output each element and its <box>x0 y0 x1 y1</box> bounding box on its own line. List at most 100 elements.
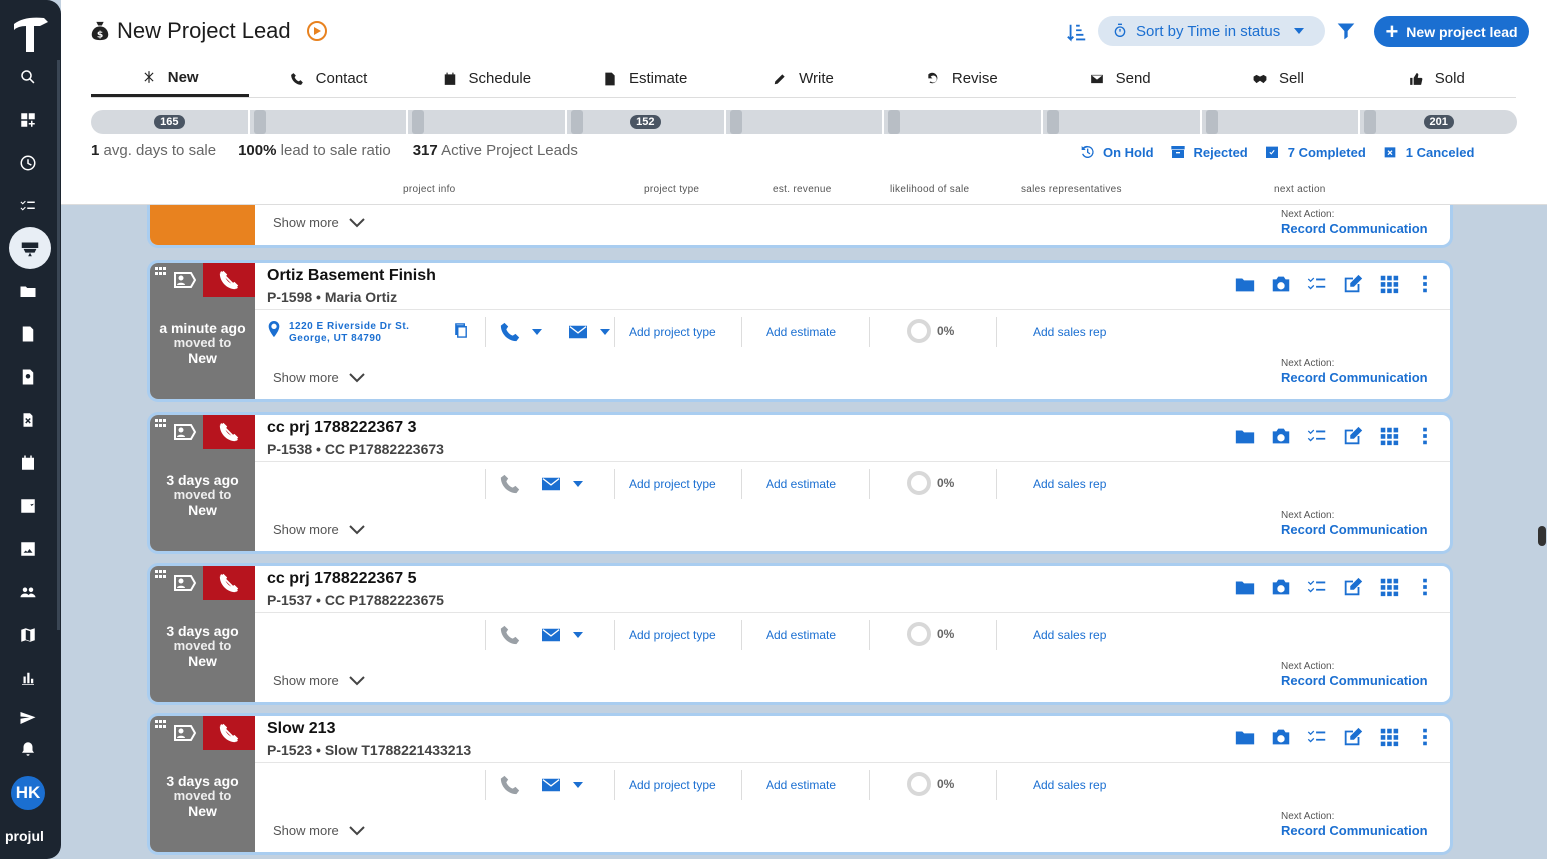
drag-handle-icon[interactable] <box>155 720 167 730</box>
likelihood[interactable]: 0% <box>907 471 954 495</box>
page-scrollbar[interactable] <box>1538 526 1546 546</box>
add-project-type-link[interactable]: Add project type <box>629 325 716 339</box>
email-icon[interactable] <box>542 628 560 642</box>
grid-icon[interactable] <box>1378 425 1400 447</box>
no-contact-badge[interactable] <box>203 263 255 297</box>
lead-name[interactable]: cc prj 1788222367 5 <box>267 570 416 588</box>
add-estimate-link[interactable]: Add estimate <box>766 628 836 642</box>
tab-new[interactable]: New <box>91 60 250 97</box>
map-icon[interactable] <box>14 621 42 649</box>
next-action-link[interactable]: Record Communication <box>1281 823 1428 840</box>
copy-icon[interactable] <box>454 323 469 338</box>
show-more-button[interactable]: Show more <box>273 673 365 688</box>
add-sales-rep-link[interactable]: Add sales rep <box>1033 778 1106 792</box>
contact-card-icon[interactable] <box>174 574 196 592</box>
play-video-icon[interactable] <box>306 21 327 41</box>
no-contact-badge[interactable] <box>203 716 255 750</box>
grid-icon[interactable] <box>1378 576 1400 598</box>
likelihood[interactable]: 0% <box>907 622 954 646</box>
add-sales-rep-link[interactable]: Add sales rep <box>1033 325 1106 339</box>
reports-icon[interactable] <box>14 664 42 692</box>
add-project-type-link[interactable]: Add project type <box>629 778 716 792</box>
rejected-link[interactable]: Rejected <box>1170 144 1248 160</box>
show-more-button[interactable]: Show more <box>273 370 365 385</box>
show-more-button[interactable]: Show more <box>273 823 365 838</box>
add-sales-rep-link[interactable]: Add sales rep <box>1033 477 1106 491</box>
hammer-logo-icon[interactable] <box>10 14 52 56</box>
search-icon[interactable] <box>14 63 42 91</box>
likelihood[interactable]: 0% <box>907 772 954 796</box>
lead-card[interactable]: 3 days ago moved to New cc prj 1788222367 3… <box>150 415 1450 551</box>
contact-card-icon[interactable] <box>174 724 196 742</box>
no-contact-badge[interactable] <box>203 415 255 449</box>
new-project-lead-button[interactable]: + New project lead <box>1374 16 1529 47</box>
stage-segment[interactable] <box>884 110 1042 134</box>
lead-name[interactable]: Ortiz Basement Finish <box>267 267 436 285</box>
grid-icon[interactable] <box>1378 273 1400 295</box>
edit-icon[interactable] <box>1342 726 1364 748</box>
more-vertical-icon[interactable] <box>1414 576 1436 598</box>
calendar-icon[interactable] <box>14 449 42 477</box>
folders-icon[interactable] <box>14 277 42 305</box>
grid-icon[interactable] <box>1378 726 1400 748</box>
checklist-icon[interactable] <box>1306 425 1328 447</box>
on-hold-link[interactable]: On Hold <box>1079 144 1154 160</box>
completed-link[interactable]: 7 Completed <box>1264 144 1366 160</box>
caret-down-icon[interactable] <box>573 481 583 487</box>
edit-icon[interactable] <box>1342 425 1364 447</box>
email-icon[interactable] <box>542 477 560 491</box>
lead-card[interactable]: 3 days ago moved to New Slow 213 P-1523 • Sl… <box>150 716 1450 852</box>
photos-icon[interactable] <box>14 535 42 563</box>
invoice-doc-icon[interactable] <box>14 363 42 391</box>
caret-down-icon[interactable] <box>532 329 542 335</box>
more-vertical-icon[interactable] <box>1414 425 1436 447</box>
add-estimate-link[interactable]: Add estimate <box>766 477 836 491</box>
add-estimate-link[interactable]: Add estimate <box>766 778 836 792</box>
clock-icon[interactable] <box>14 149 42 177</box>
caret-down-icon[interactable] <box>573 782 583 788</box>
lead-name[interactable]: Slow 213 <box>267 720 335 738</box>
edit-icon[interactable] <box>1342 273 1364 295</box>
caret-down-icon[interactable] <box>573 632 583 638</box>
add-project-type-link[interactable]: Add project type <box>629 477 716 491</box>
tab-contact[interactable]: Contact <box>249 60 407 97</box>
add-sales-rep-link[interactable]: Add sales rep <box>1033 628 1106 642</box>
sort-order-icon[interactable] <box>1066 22 1088 44</box>
stage-segment[interactable]: 165 <box>91 110 248 134</box>
estimate-doc-icon[interactable] <box>14 320 42 348</box>
contact-card-icon[interactable] <box>174 423 196 441</box>
stage-segment[interactable] <box>1043 110 1200 134</box>
stage-segment[interactable] <box>408 110 566 134</box>
camera-icon[interactable] <box>1270 425 1292 447</box>
email-icon[interactable] <box>542 778 560 792</box>
canceled-link[interactable]: 1 Canceled <box>1382 144 1474 160</box>
lead-name[interactable]: cc prj 1788222367 3 <box>267 419 416 437</box>
more-vertical-icon[interactable] <box>1414 273 1436 295</box>
lead-card[interactable]: a minute ago moved to New Ortiz Basement Fi… <box>150 263 1450 399</box>
stage-segment[interactable] <box>725 110 883 134</box>
stage-segment[interactable] <box>249 110 407 134</box>
contact-card-icon[interactable] <box>174 271 196 289</box>
folders-icon[interactable] <box>1234 576 1256 598</box>
drag-handle-icon[interactable] <box>155 570 167 580</box>
sidebar-scrollbar[interactable] <box>57 60 60 630</box>
stage-segment[interactable] <box>1201 110 1359 134</box>
people-icon[interactable] <box>14 578 42 606</box>
caret-down-icon[interactable] <box>600 329 610 335</box>
tab-sell[interactable]: Sell <box>1199 60 1357 97</box>
camera-icon[interactable] <box>1270 726 1292 748</box>
tab-schedule[interactable]: Schedule <box>408 60 566 97</box>
camera-icon[interactable] <box>1270 576 1292 598</box>
checklist-icon[interactable] <box>1306 576 1328 598</box>
phone-icon[interactable] <box>499 774 521 796</box>
send-icon[interactable] <box>14 704 42 732</box>
dashboard-icon[interactable] <box>14 106 42 134</box>
lead-card[interactable]: 3 days ago moved to New cc prj 1788222367 5… <box>150 566 1450 702</box>
avatar[interactable]: HK <box>11 776 45 810</box>
camera-icon[interactable] <box>1270 273 1292 295</box>
tab-sold[interactable]: Sold <box>1358 60 1516 97</box>
next-action-link[interactable]: Record Communication <box>1281 522 1428 539</box>
no-contact-badge[interactable] <box>203 566 255 600</box>
more-vertical-icon[interactable] <box>1414 726 1436 748</box>
tab-revise[interactable]: Revise <box>883 60 1041 97</box>
